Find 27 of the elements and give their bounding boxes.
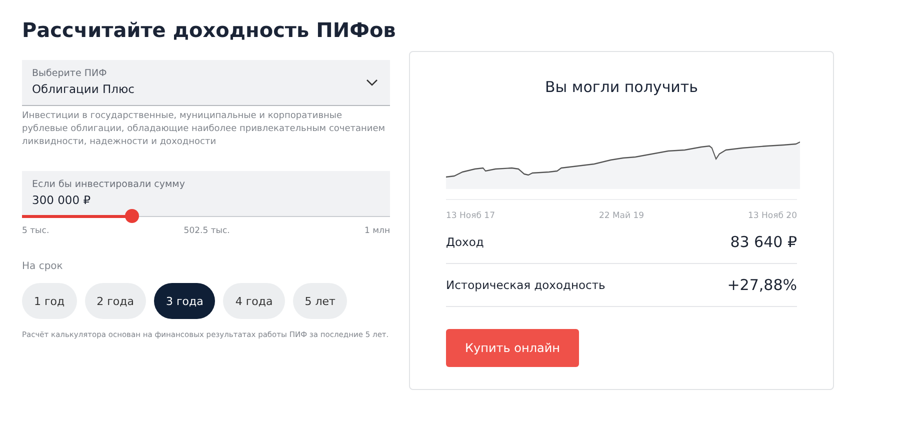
axis-label: 13 Нояб 20 <box>748 211 797 221</box>
field-label: Выберите ПИФ <box>32 68 108 79</box>
field-label: Если бы инвестировали сумму <box>32 179 186 190</box>
term-option[interactable]: 5 лет <box>292 283 348 319</box>
page-title: Рассчитайте доходность ПИФов <box>22 18 397 42</box>
chevron-down-icon <box>366 78 378 86</box>
result-title: Вы могли получить <box>544 78 700 96</box>
axis-label: 22 Май 19 <box>598 211 644 221</box>
term-option[interactable]: 3 года <box>154 283 216 319</box>
fund-select[interactable]: Выберите ПИФ Облигации Плюс <box>22 60 390 106</box>
term-label: На срок <box>22 261 64 272</box>
result-value: +27,88% <box>727 276 797 294</box>
result-value: 83 640 ₽ <box>730 233 797 251</box>
term-option[interactable]: 2 года <box>84 283 146 319</box>
field-value: 300 000 ₽ <box>32 193 92 207</box>
fund-description: Инвестиции в государственные, муниципальные и корпоративные рублевые облигации, обладающие наиболее привлекательным сочетанием ликвидности, надежности и доходности <box>22 110 386 149</box>
scale-label: 502.5 тыс. <box>184 226 230 236</box>
scale-label: 1 млн <box>364 226 390 236</box>
axis-label: 13 Нояб 17 <box>446 211 495 221</box>
buy-button[interactable]: Купить онлайн <box>446 329 579 367</box>
slider-thumb[interactable] <box>125 209 140 223</box>
term-option[interactable]: 1 год <box>22 283 77 319</box>
scale-label: 5 тыс. <box>22 226 50 236</box>
result-label: Историческая доходность <box>446 278 606 292</box>
term-option[interactable]: 4 года <box>223 283 285 319</box>
result-label: Доход <box>446 235 484 249</box>
field-value: Облигации Плюс <box>32 82 134 96</box>
